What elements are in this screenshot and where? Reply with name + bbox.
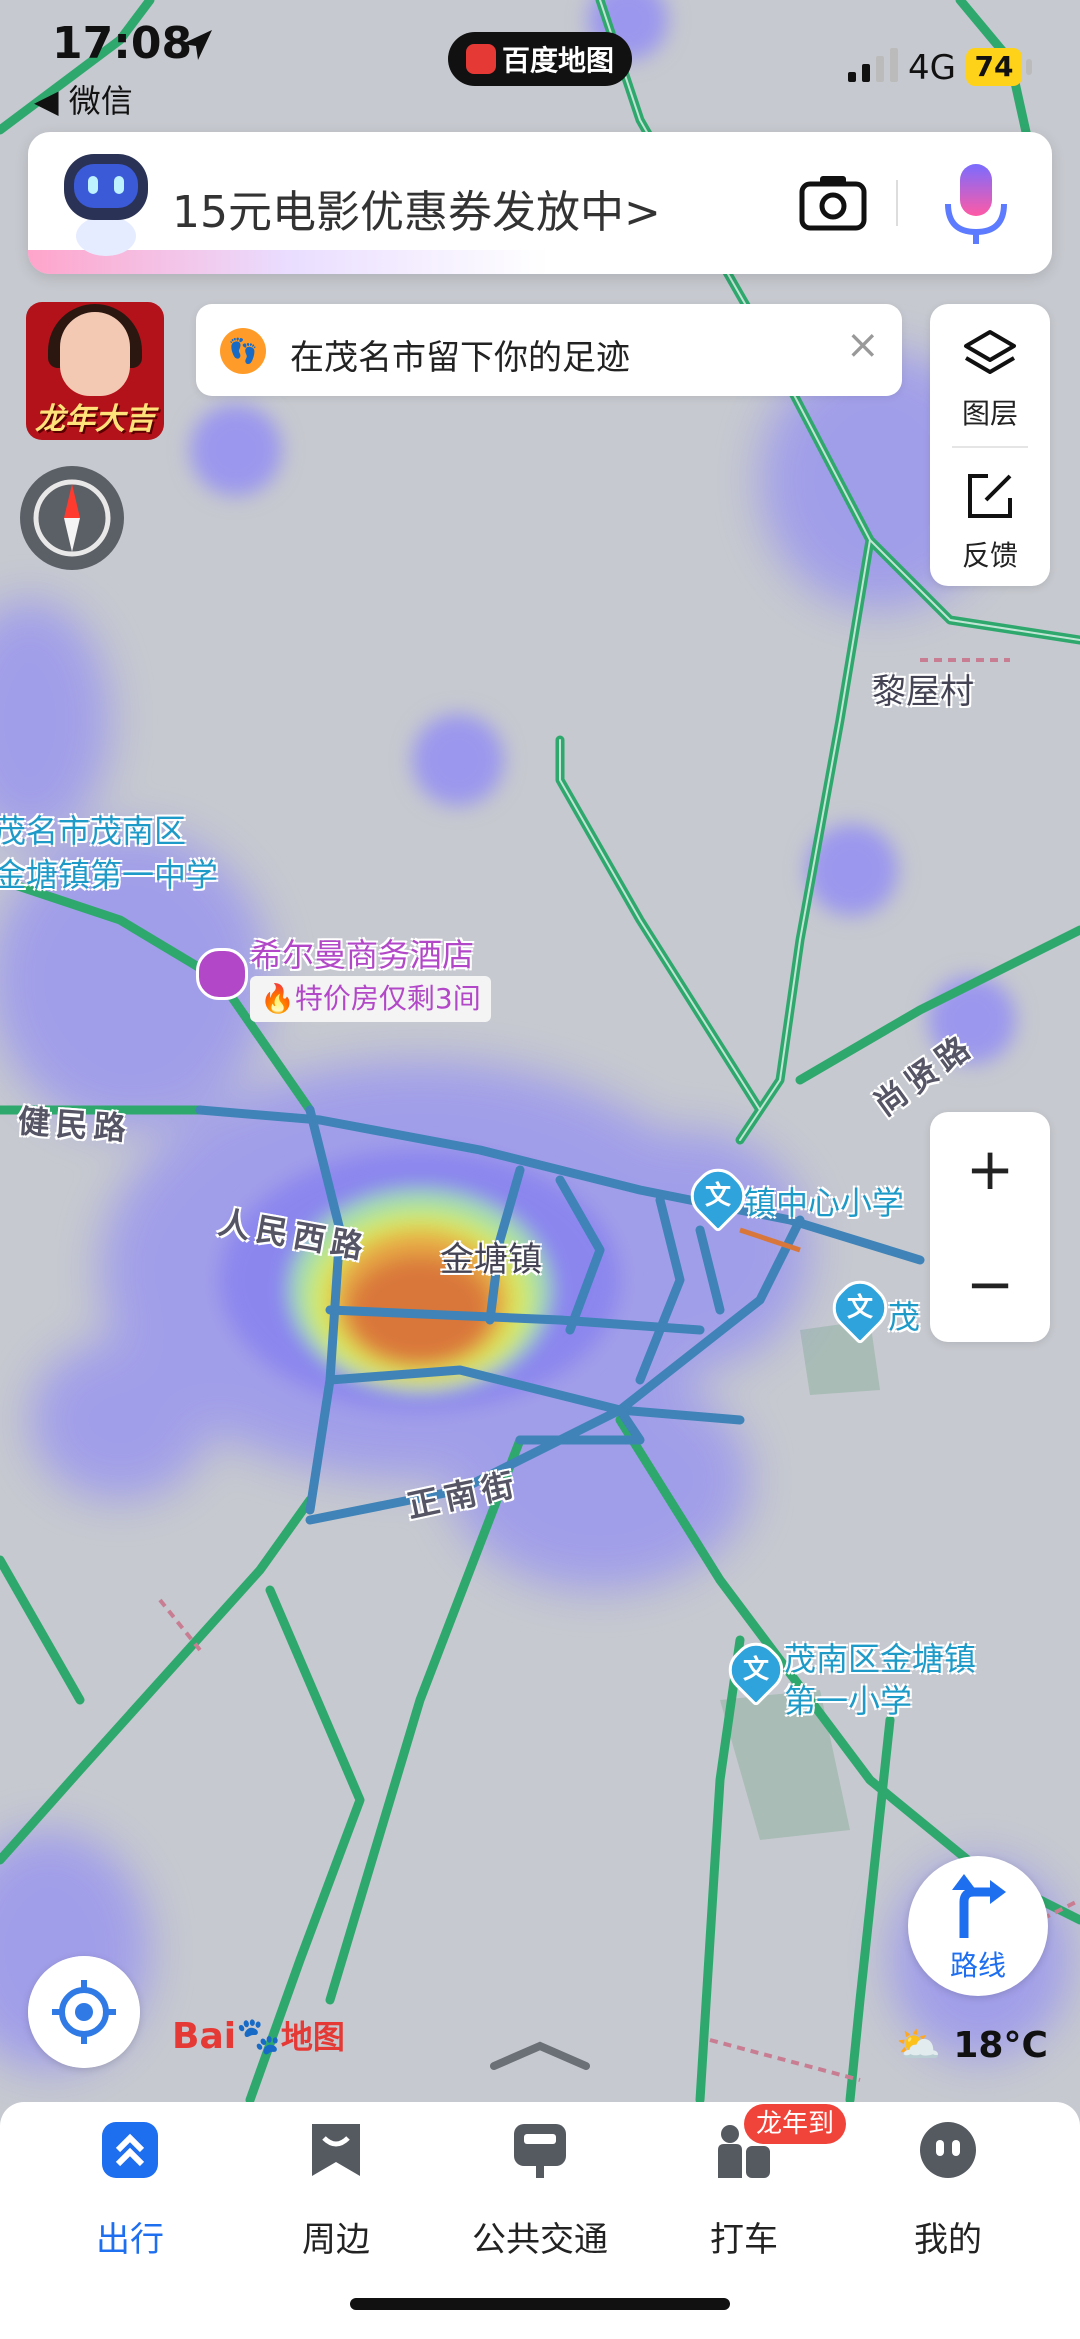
chevron-up-icon[interactable] [490,2040,590,2070]
promo-banner[interactable]: 龙年大吉 [26,302,164,440]
town-label[interactable]: 金塘镇 [440,1232,542,1281]
travel-icon [102,2122,158,2178]
map-tools-panel: 图层 反馈 [930,304,1050,586]
profile-icon [920,2122,976,2178]
compass-icon[interactable] [20,466,124,570]
signal-icon [848,48,898,82]
weather-sun-cloud-icon: ⛅ [896,2025,941,2066]
tab-label: 打车 [710,2220,778,2260]
tab-label: 公共交通 [472,2220,608,2260]
feedback-button[interactable]: 反馈 [930,446,1050,586]
fire-icon: 🔥 [260,982,295,1015]
status-bar: 17:08 ◀ 微信 百度地图 4G 74 [0,0,1080,120]
promo-avatar [60,312,130,396]
toast-text: 在茂名市留下你的足迹 [290,338,630,378]
feedback-edit-icon [968,474,1012,518]
layers-label: 图层 [961,397,1018,430]
footprint-toast[interactable]: 👣 在茂名市留下你的足迹 × [196,304,902,396]
weather-widget[interactable]: ⛅ 18°C [896,2024,1048,2066]
hotel-pin-icon[interactable] [196,948,248,1000]
tab-profile[interactable]: 我的 [858,2120,1038,2270]
school-bottom-label-line1[interactable]: 茂南区金塘镇 [784,1634,976,1680]
search-bar[interactable]: 15元电影优惠券发放中> [28,132,1052,274]
layers-icon [964,330,1016,374]
locate-me-button[interactable] [28,1956,140,2068]
app-pill-label: 百度地图 [501,44,614,77]
route-button[interactable]: 路线 [908,1856,1048,1996]
school-pin-glyph: 文 [742,1655,769,1685]
zoom-out-button[interactable]: − [930,1227,1050,1342]
baidu-logo-text: Bai [172,2016,237,2057]
bus-icon [514,2124,566,2178]
app-pill: 百度地图 [448,32,632,86]
hotel-deal-tag[interactable]: 🔥特价房仅剩3间 [250,976,491,1022]
battery-nub [1026,59,1032,75]
school-pin-glyph: 文 [846,1293,873,1323]
back-to-app-link[interactable]: ◀ 微信 [34,76,133,122]
tab-travel[interactable]: 出行 [40,2120,220,2270]
baidu-logo: Bai🐾地图 [172,2012,345,2058]
home-indicator[interactable] [350,2298,730,2310]
close-icon[interactable]: × [846,322,880,368]
battery-level: 74 [966,48,1022,86]
zoom-control: + − [930,1112,1050,1342]
route-label: 路线 [949,1949,1006,1982]
baidu-map-logo-icon [465,44,496,74]
tab-label: 出行 [96,2220,164,2260]
network-type: 4G [908,48,956,88]
school-right-label[interactable]: 茂 [888,1292,920,1338]
paw-icon: 🐾 [236,2016,281,2057]
footprint-icon: 👣 [220,328,266,374]
tab-nearby[interactable]: 周边 [246,2120,426,2270]
hotel-deal-text: 特价房仅剩3间 [294,982,481,1015]
weather-temp: 18°C [953,2025,1048,2066]
battery-indicator: 74 [966,48,1038,86]
school-pin-glyph: 文 [704,1181,731,1211]
location-arrow-icon [182,30,212,60]
search-input[interactable]: 15元电影优惠券发放中> [172,176,661,240]
school-top-label-line2[interactable]: 金塘镇第一中学 [0,850,218,896]
assistant-robot-icon[interactable] [58,148,154,258]
tab-label: 我的 [914,2220,982,2260]
school-top-label-line1[interactable]: 茂名市茂南区 [0,806,186,852]
promo-text: 龙年大吉 [35,402,155,437]
school-center-label[interactable]: 镇中心小学 [744,1178,904,1224]
school-bottom-label-line2[interactable]: 第一小学 [784,1676,912,1722]
village-label[interactable]: 黎屋村 [872,664,974,713]
hotel-label[interactable]: 希尔曼商务酒店 [250,930,474,976]
voice-mic-icon[interactable] [934,160,1018,250]
layers-button[interactable]: 图层 [930,304,1050,444]
road-label-jianmin: 健民路 [16,1102,134,1148]
baidu-logo-map: 地图 [280,2018,345,2056]
feedback-label: 反馈 [961,539,1018,572]
status-time: 17:08 [52,18,193,69]
nearby-icon [312,2124,360,2176]
tab-label: 周边 [302,2220,370,2260]
camera-icon[interactable] [798,172,868,234]
zoom-in-button[interactable]: + [930,1112,1050,1227]
search-divider [896,180,898,226]
route-arrow-icon [952,1874,1006,1938]
taxi-promo-badge: 龙年到 [744,2104,847,2144]
tab-public-transit[interactable]: 公共交通 [450,2120,630,2270]
